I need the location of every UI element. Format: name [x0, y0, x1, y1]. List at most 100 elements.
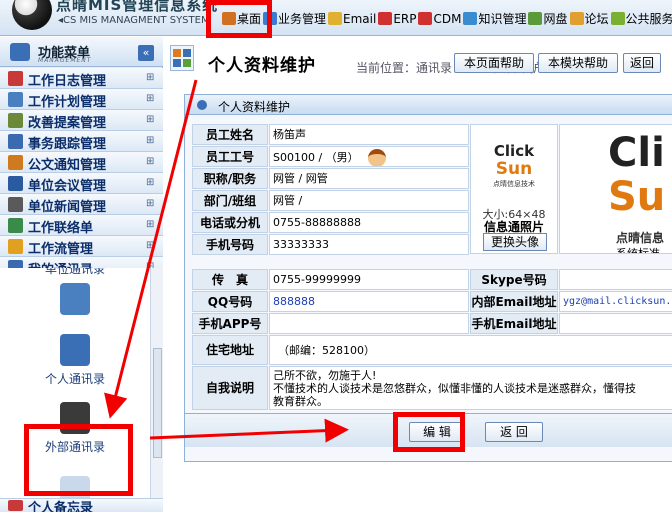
expand-icon: ⊞: [146, 135, 155, 146]
app-window: 点晴MIS管理信息系统 ◂CS MIS MANAGMENT SYSTEM 桌面 业…: [0, 0, 672, 512]
topnav-label: Email: [343, 11, 377, 26]
topnav-label: 桌面: [237, 12, 262, 26]
expand-icon: ⊞: [146, 198, 155, 209]
submenu-item[interactable]: 单位通讯录: [0, 268, 150, 315]
sidebar-item[interactable]: 事务跟踪管理 ⊞: [0, 131, 163, 152]
company-logo-sub: 系统标准: [616, 247, 660, 254]
sidebar-item[interactable]: 改善提案管理 ⊞: [0, 110, 163, 131]
avatar-face-icon: [368, 149, 387, 166]
mobile-email-label: 手机Email地址: [470, 313, 558, 334]
topnav-item-netdisk[interactable]: 网盘: [528, 10, 569, 27]
phone-value: 0755-88888888: [269, 212, 469, 233]
photo-box: Click Sun 点晴信息技术 大小:64×48 信息通照片 更换头像: [470, 124, 558, 254]
page-title: 个人资料维护: [208, 56, 316, 76]
action-bar: 编 辑 返 回: [185, 413, 672, 447]
sidebar-item-label: 工作流管理: [28, 242, 94, 257]
topnav-label: 业务管理: [278, 12, 327, 26]
sidebar-item-icon: [8, 113, 23, 128]
expand-icon: ⊞: [146, 240, 155, 251]
photo-logo-bottom: Sun: [495, 159, 533, 179]
sidebar-scrollbar[interactable]: [150, 268, 163, 498]
public-service-icon: [610, 12, 625, 25]
photo-logo-tag: 点晴信息技术: [493, 180, 535, 188]
company-logo-name: 点晴信息: [616, 231, 665, 245]
company-logo: Cli Su 点晴信息 系统标准: [559, 124, 672, 254]
dept-value: 网管 /: [269, 190, 469, 211]
contacts-submenu-panel: 单位通讯录个人通讯录外部通讯录个人资料维护: [0, 268, 150, 498]
topnav-item-desktop[interactable]: 桌面: [222, 10, 263, 27]
back-button[interactable]: 返回: [623, 53, 661, 73]
expand-icon: ⊞: [146, 93, 155, 104]
sidebar-item-label: 单位新闻管理: [28, 200, 107, 215]
sidebar-item-memo[interactable]: 个人备忘录: [0, 498, 163, 512]
sidebar-item-icon: [8, 239, 23, 254]
page-help-button[interactable]: 本页面帮助: [454, 53, 534, 73]
sidebar-item[interactable]: 单位会议管理 ⊞: [0, 173, 163, 194]
change-avatar-button[interactable]: 更换头像: [483, 233, 547, 251]
desktop-icon: [222, 12, 236, 25]
topnav-item-erp[interactable]: ERP: [378, 10, 418, 27]
sidebar-item-label: 单位会议管理: [28, 179, 107, 194]
topnav-item-cdm[interactable]: CDM: [418, 10, 463, 27]
expand-icon: ⊞: [146, 114, 155, 125]
sidebar-item-icon: [8, 155, 23, 170]
sidebar-item[interactable]: 工作计划管理 ⊞: [0, 89, 163, 110]
sidebar-item[interactable]: 单位新闻管理 ⊞: [0, 194, 163, 215]
sidebar-header: 功能菜单 MANAGEMENT «: [0, 37, 163, 67]
sidebar-item-label: 个人备忘录: [28, 501, 94, 512]
topnav-label: 网盘: [543, 12, 568, 26]
mobile-label: 手机号码: [192, 234, 268, 255]
sidebar-item-label: 工作计划管理: [28, 95, 107, 110]
inner-email-value: ygz@mail.clicksun.net: [559, 291, 672, 312]
module-help-button[interactable]: 本模块帮助: [538, 53, 618, 73]
name-value: 杨笛声: [269, 124, 469, 145]
employee-id-label: 员工工号: [192, 146, 268, 167]
profile-card-icon: [60, 476, 90, 498]
photo-logo-top: Click: [493, 142, 535, 160]
panel-bullet-icon: [197, 100, 207, 110]
netdisk-icon: [528, 12, 543, 25]
submenu-item[interactable]: 个人通讯录: [0, 334, 150, 387]
sidebar-item-label: 工作联络单: [28, 221, 94, 236]
title-label: 职称/职务: [192, 168, 268, 189]
submenu-item-label: 单位通讯录: [44, 268, 105, 276]
topnav-label: 论坛: [584, 12, 609, 26]
submenu-item[interactable]: 外部通讯录: [0, 402, 150, 455]
edit-button[interactable]: 编 辑: [409, 422, 465, 442]
qq-value: 888888: [269, 291, 469, 312]
unit-contacts-icon: [60, 283, 90, 315]
scrollbar-thumb[interactable]: [153, 348, 162, 458]
top-header: 点晴MIS管理信息系统 ◂CS MIS MANAGMENT SYSTEM 桌面 业…: [0, 0, 672, 36]
expand-icon: ⊞: [146, 177, 155, 188]
profile-page-icon: [170, 45, 194, 71]
app-title: 点晴MIS管理信息系统: [56, 0, 219, 14]
sidebar-item[interactable]: 工作流管理 ⊞: [0, 236, 163, 257]
forum-icon: [569, 12, 584, 25]
topnav-item-public-service[interactable]: 公共服务: [610, 10, 672, 27]
sidebar-item-icon: [8, 176, 23, 191]
intro-label: 自我说明: [192, 366, 268, 410]
topnav-label: CDM: [433, 11, 462, 26]
topnav-item-email[interactable]: Email: [328, 10, 378, 27]
company-logo-top: Cli: [608, 130, 665, 176]
memo-icon: [8, 500, 23, 511]
topnav-item-forum[interactable]: 论坛: [569, 10, 611, 27]
topnav-item-business[interactable]: 业务管理: [263, 10, 328, 27]
return-button[interactable]: 返 回: [485, 422, 543, 442]
sidebar-item[interactable]: 工作日志管理 ⊞: [0, 68, 163, 89]
title-value: 网管 / 网管: [269, 168, 469, 189]
intro-line: 不懂技术的人谈技术是忽悠群众，似懂非懂的人谈技术是迷惑群众，懂得技: [273, 382, 636, 395]
sidebar-item-icon: [8, 71, 23, 86]
topnav-item-knowledge[interactable]: 知识管理: [463, 10, 528, 27]
sidebar-item[interactable]: 公文通知管理 ⊞: [0, 152, 163, 173]
menu-icon: [10, 43, 30, 61]
personal-contacts-icon: [60, 334, 90, 366]
sidebar-item-icon: [8, 197, 23, 212]
sidebar-item[interactable]: 工作联络单 ⊞: [0, 215, 163, 236]
main-content: 个人资料维护 当前位置：通讯录 > 个人资料维护 本页面帮助 本模块帮助 返回 …: [164, 37, 672, 512]
app-subtitle: ◂CS MIS MANAGMENT SYSTEM: [58, 15, 210, 26]
qq-label: QQ号码: [192, 291, 268, 312]
collapse-sidebar-button[interactable]: «: [138, 45, 154, 61]
phone-label: 电话或分机: [192, 212, 268, 233]
submenu-item[interactable]: 个人资料维护: [0, 476, 150, 498]
